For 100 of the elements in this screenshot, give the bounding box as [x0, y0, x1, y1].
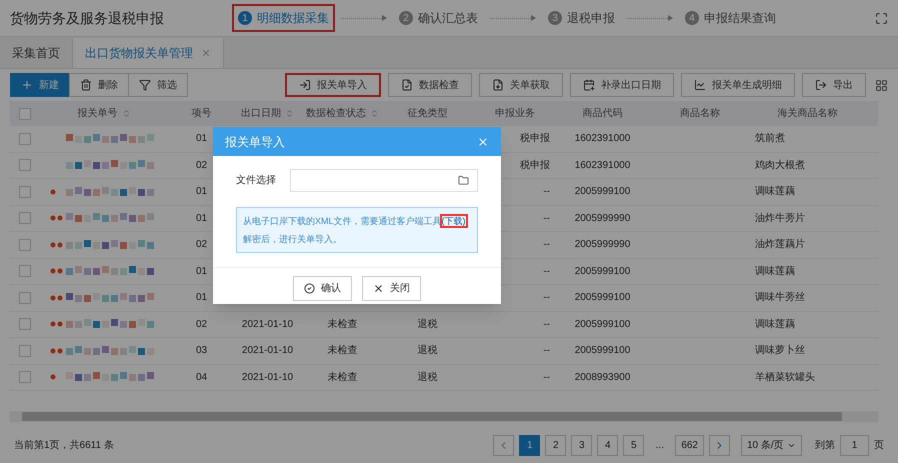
page-ellipsis: ... [654, 438, 665, 452]
page-button[interactable]: 5 [623, 434, 644, 456]
toolbar-button[interactable]: 报关单生成明细 [681, 73, 795, 97]
chart-icon [694, 79, 706, 91]
close-icon [373, 283, 384, 294]
goto-label: 到第 [815, 438, 835, 452]
checkbox[interactable] [19, 318, 31, 330]
table-cell-text: 退税 [418, 318, 438, 332]
previous-page-button[interactable] [493, 434, 514, 456]
table-cell-text: 2005999100 [574, 264, 630, 279]
toolbar-button[interactable]: 筛选 [128, 73, 188, 97]
table-cell-text: 04 [196, 370, 208, 385]
column-header[interactable]: 海关商品名称 [778, 106, 838, 121]
step[interactable]: 3 退税申报 [542, 4, 621, 32]
table-cell-text: 羊栖菜软罐头 [755, 370, 815, 385]
table-cell-text: 2005999100 [574, 185, 630, 200]
fullscreen-icon[interactable] [875, 12, 888, 24]
page-input[interactable]: 1 [840, 434, 869, 456]
column-header[interactable]: 商品代码 [582, 106, 622, 121]
table-cell-text: -- [543, 370, 550, 385]
table-cell-text: 02 [196, 318, 208, 332]
toolbar-button[interactable]: 导出 [802, 73, 866, 97]
import-icon [299, 79, 311, 91]
table-cell-text: 筑前煮 [755, 132, 785, 146]
dialog-button[interactable]: 确认 [293, 276, 352, 301]
sort-icon[interactable] [370, 109, 379, 118]
grid-icon[interactable] [875, 78, 888, 92]
toolbar-button[interactable]: 关单获取 [479, 73, 563, 97]
step[interactable]: 2 确认汇总表 [393, 4, 484, 32]
page-button[interactable]: 1 [519, 434, 540, 456]
checkbox[interactable] [19, 292, 31, 304]
close-icon[interactable] [201, 48, 211, 58]
file-download-icon [492, 79, 504, 91]
page-button[interactable]: 3 [571, 434, 592, 456]
checkbox[interactable] [19, 212, 31, 224]
column-header[interactable]: 商品名称 [680, 106, 720, 121]
field-label: 文件选择 [236, 174, 277, 188]
checkbox[interactable] [19, 265, 31, 278]
sort-icon[interactable] [122, 109, 130, 118]
checkbox[interactable] [19, 186, 31, 198]
column-header[interactable]: 出口日期 [241, 106, 281, 121]
table-cell-text: 2021-01-10 [242, 370, 294, 385]
checkbox[interactable] [19, 371, 31, 384]
table-cell-text: 01 [196, 185, 208, 200]
table-cell-text: 调味莲藕 [755, 184, 795, 200]
calendar-icon [583, 79, 595, 91]
table-cell-text: 调味萝卜丝 [755, 344, 805, 358]
table-cell-text: 未检查 [328, 318, 358, 332]
toolbar-button[interactable]: 新建 [10, 73, 70, 97]
table-cell-text: 01 [196, 264, 208, 279]
dialog-button[interactable]: 关闭 [362, 276, 421, 301]
table-cell-text: -- [543, 291, 550, 306]
checkbox[interactable] [19, 132, 31, 145]
page-button[interactable]: 4 [597, 434, 618, 456]
notice-text: 从电子口岸下载的XML文件，需要通过客户端工具(下载) 解密后，进行关单导入。 [236, 207, 478, 253]
sort-icon[interactable] [285, 109, 294, 118]
step[interactable]: 1 明细数据采集 [232, 4, 335, 32]
checkbox[interactable] [19, 344, 31, 357]
page-button[interactable]: 662 [675, 434, 704, 456]
table-cell-text: 油炸莲藕片 [755, 238, 805, 252]
table-cell-text: 税申报 [520, 132, 550, 146]
column-header[interactable]: 数据检查状态 [306, 106, 366, 121]
table-cell-text: 退税 [418, 370, 438, 385]
table-cell-text: 01 [196, 212, 208, 226]
column-header[interactable]: 项号 [192, 106, 212, 121]
page-summary: 当前第1页，共6611 条 [14, 438, 114, 452]
file-input-field[interactable] [290, 169, 478, 192]
table-cell-text: 2008993900 [574, 370, 630, 385]
page-button[interactable]: 2 [545, 434, 566, 456]
tab[interactable]: 出口货物报关单管理 [73, 38, 224, 68]
step[interactable]: 4 申报结果查询 [679, 4, 782, 32]
filter-icon [139, 79, 151, 91]
page-suffix: 页 [874, 438, 884, 452]
toolbar-button[interactable]: 数据检查 [388, 73, 472, 97]
table-cell-text: 2005999100 [574, 344, 630, 358]
app-title: 货物劳务及服务退税申报 [10, 8, 165, 28]
export-icon [815, 79, 827, 91]
plus-icon [21, 79, 33, 91]
horizontal-scrollbar[interactable] [10, 411, 878, 422]
next-page-button[interactable] [709, 434, 730, 456]
table-cell-text: 1602391000 [574, 158, 630, 173]
download-link[interactable]: (下载) [442, 216, 466, 226]
dialog-title: 报关单导入 [225, 134, 285, 150]
column-header[interactable]: 征免类型 [408, 106, 448, 121]
column-header[interactable]: 报关单号 [78, 106, 118, 121]
column-header[interactable]: 申报业务 [495, 106, 535, 121]
checkbox[interactable] [19, 238, 31, 251]
page-size-select[interactable]: 10 条/页 [741, 434, 802, 456]
table-cell-text: -- [543, 238, 550, 252]
toolbar-button[interactable]: 删除 [69, 73, 129, 97]
table-cell-text: 01 [196, 132, 208, 146]
toolbar-button[interactable]: 补录出口日期 [570, 73, 674, 97]
table-cell-text: 2005999100 [574, 318, 630, 332]
toolbar-button[interactable]: 报关单导入 [285, 73, 381, 97]
close-icon[interactable] [477, 136, 489, 148]
folder-icon[interactable] [458, 175, 469, 186]
checkbox[interactable] [19, 108, 31, 120]
table-cell-text: -- [543, 264, 550, 279]
table-cell-text: 2005999990 [574, 238, 630, 252]
checkbox[interactable] [19, 159, 31, 172]
